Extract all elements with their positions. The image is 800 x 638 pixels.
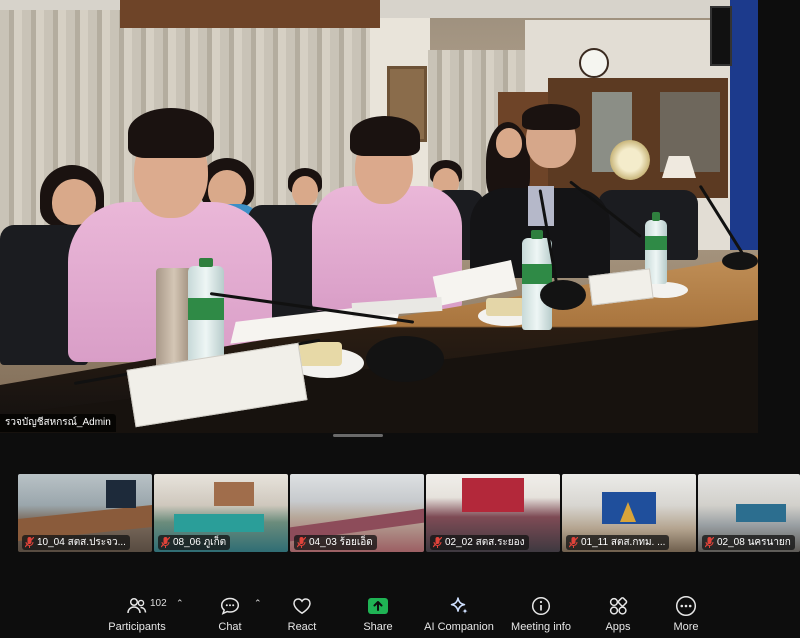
participant-name-tag: 04_03 ร้อยเอ็ด [294,535,377,550]
microphone-base [540,280,586,310]
apps-icon [609,597,628,615]
participant-name-tag: 02_02 สตส.ระยอง [430,535,529,550]
participant-tile[interactable]: 04_03 ร้อยเอ็ด [290,474,424,552]
chat-options-caret[interactable]: ⌃ [254,598,262,609]
ai-sparkle-icon [450,597,468,614]
chat-button[interactable]: Chat [210,588,250,638]
snack [486,298,524,316]
participant-tile[interactable]: 01_11 สตส.กทม. ... [562,474,696,552]
react-button[interactable]: React [282,588,322,638]
participant-tile[interactable]: 10_04 สตส.ประจว... [18,474,152,552]
participant-name-tag: 10_04 สตส.ประจว... [22,535,130,550]
participants-count: 102 [150,598,167,609]
share-button[interactable]: Share [358,588,398,638]
water-bottle [188,258,224,366]
microphone-base [722,252,758,270]
share-screen-icon [368,598,388,614]
wall-clock [579,48,609,78]
mic-muted-icon [24,536,35,548]
mic-muted-icon [568,536,579,548]
participant-name-tag: 02_08 นครนายก [702,535,795,550]
gallery-resize-handle[interactable] [333,434,383,437]
microphone-base [366,336,444,382]
participants-button[interactable]: Participants [104,588,170,638]
snack [296,342,342,366]
wood-beam [120,0,380,28]
chat-icon [220,597,240,615]
participant-name-tag: 08_06 ภูเก็ต [158,535,231,550]
meeting-info-button[interactable]: Meeting info [508,588,574,638]
mic-muted-icon [704,536,715,548]
participant-gallery: 10_04 สตส.ประจว... 08_06 ภูเก็ต 04_03 ร้… [0,474,800,552]
participant-name-tag: 01_11 สตส.กทม. ... [566,535,670,550]
participants-options-caret[interactable]: ⌃ [176,598,184,609]
ai-companion-button[interactable]: AI Companion [420,588,498,638]
participants-icon [127,597,147,614]
meeting-toolbar: Participants 102 ⌃ Chat ⌃ React Share AI… [0,588,800,638]
participant-tile[interactable]: 02_02 สตส.ระยอง [426,474,560,552]
participant-tile[interactable]: 02_08 นครนายก [698,474,800,552]
heart-icon [293,598,311,615]
more-icon [675,595,697,617]
wall-tv [710,6,732,66]
blue-panel [730,0,758,250]
mic-muted-icon [432,536,443,548]
main-speaker-video[interactable]: รวจบัญชีสหกรณ์_Admin [0,0,758,433]
more-button[interactable]: More [666,588,706,638]
info-icon [531,596,551,616]
speaker-name-label: รวจบัญชีสหกรณ์_Admin [0,414,116,432]
mic-muted-icon [160,536,171,548]
mic-muted-icon [296,536,307,548]
video-right-margin [758,0,800,433]
flower-arrangement [610,140,650,180]
apps-button[interactable]: Apps [598,588,638,638]
tumbler-cup [156,268,192,372]
participant-tile[interactable]: 08_06 ภูเก็ต [154,474,288,552]
